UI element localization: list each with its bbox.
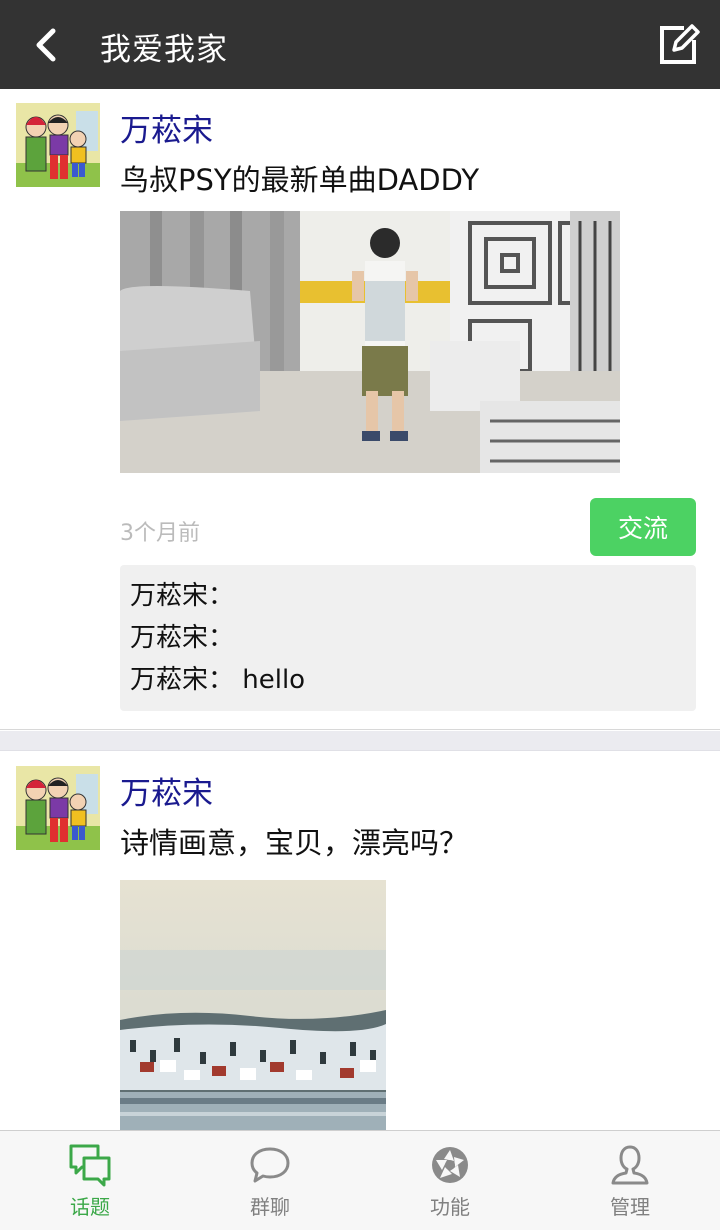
speech-bubble-icon (250, 1147, 290, 1183)
post-author[interactable]: 万菘宋 (120, 768, 213, 813)
post-author[interactable]: 万菘宋 (120, 105, 213, 150)
tab-manage[interactable]: 管理 (540, 1131, 720, 1230)
comment-item[interactable]: 万菘宋： (130, 575, 686, 617)
post-time: 3个月前 (120, 521, 200, 546)
post-card: 万菘宋 鸟叔PSY的最新单曲DADDY 3个月前 交流 万菘宋： 万菘宋： 万菘… (0, 89, 720, 730)
post-photo[interactable] (120, 880, 386, 1130)
tab-label: 群聊 (250, 1195, 290, 1219)
topic-feed[interactable]: 万菘宋 鸟叔PSY的最新单曲DADDY 3个月前 交流 万菘宋： 万菘宋： 万菘… (0, 89, 720, 1130)
bottom-tab-bar: 话题 群聊 功能 管理 (0, 1130, 720, 1230)
page-title: 我爱我家 (100, 32, 228, 68)
comment-item[interactable]: 万菘宋： (130, 617, 686, 659)
aperture-icon (432, 1147, 468, 1183)
avatar[interactable] (16, 766, 100, 850)
tab-topics[interactable]: 话题 (0, 1131, 180, 1230)
back-arrow-icon (36, 28, 56, 62)
chat-bubbles-icon (69, 1144, 111, 1187)
post-photo[interactable] (120, 211, 620, 473)
person-icon (611, 1145, 649, 1185)
edit-icon (660, 24, 700, 64)
comment-item[interactable]: 万菘宋： hello (130, 659, 686, 701)
post-card: 万菘宋 诗情画意，宝贝，漂亮吗？ (0, 752, 720, 1130)
tab-features[interactable]: 功能 (360, 1131, 540, 1230)
post-divider (0, 731, 720, 751)
avatar[interactable] (16, 103, 100, 187)
back-button[interactable] (22, 22, 70, 68)
post-text: 鸟叔PSY的最新单曲DADDY (120, 163, 480, 197)
tab-label: 功能 (430, 1195, 470, 1219)
tab-label: 话题 (70, 1195, 110, 1219)
tab-label: 管理 (610, 1195, 650, 1219)
discuss-button[interactable]: 交流 (590, 498, 696, 556)
top-bar: 我爱我家 (0, 0, 720, 89)
comment-list: 万菘宋： 万菘宋： 万菘宋： hello (120, 565, 696, 711)
tab-group-chat[interactable]: 群聊 (180, 1131, 360, 1230)
post-text: 诗情画意，宝贝，漂亮吗？ (120, 826, 469, 860)
compose-button[interactable] (658, 22, 700, 66)
